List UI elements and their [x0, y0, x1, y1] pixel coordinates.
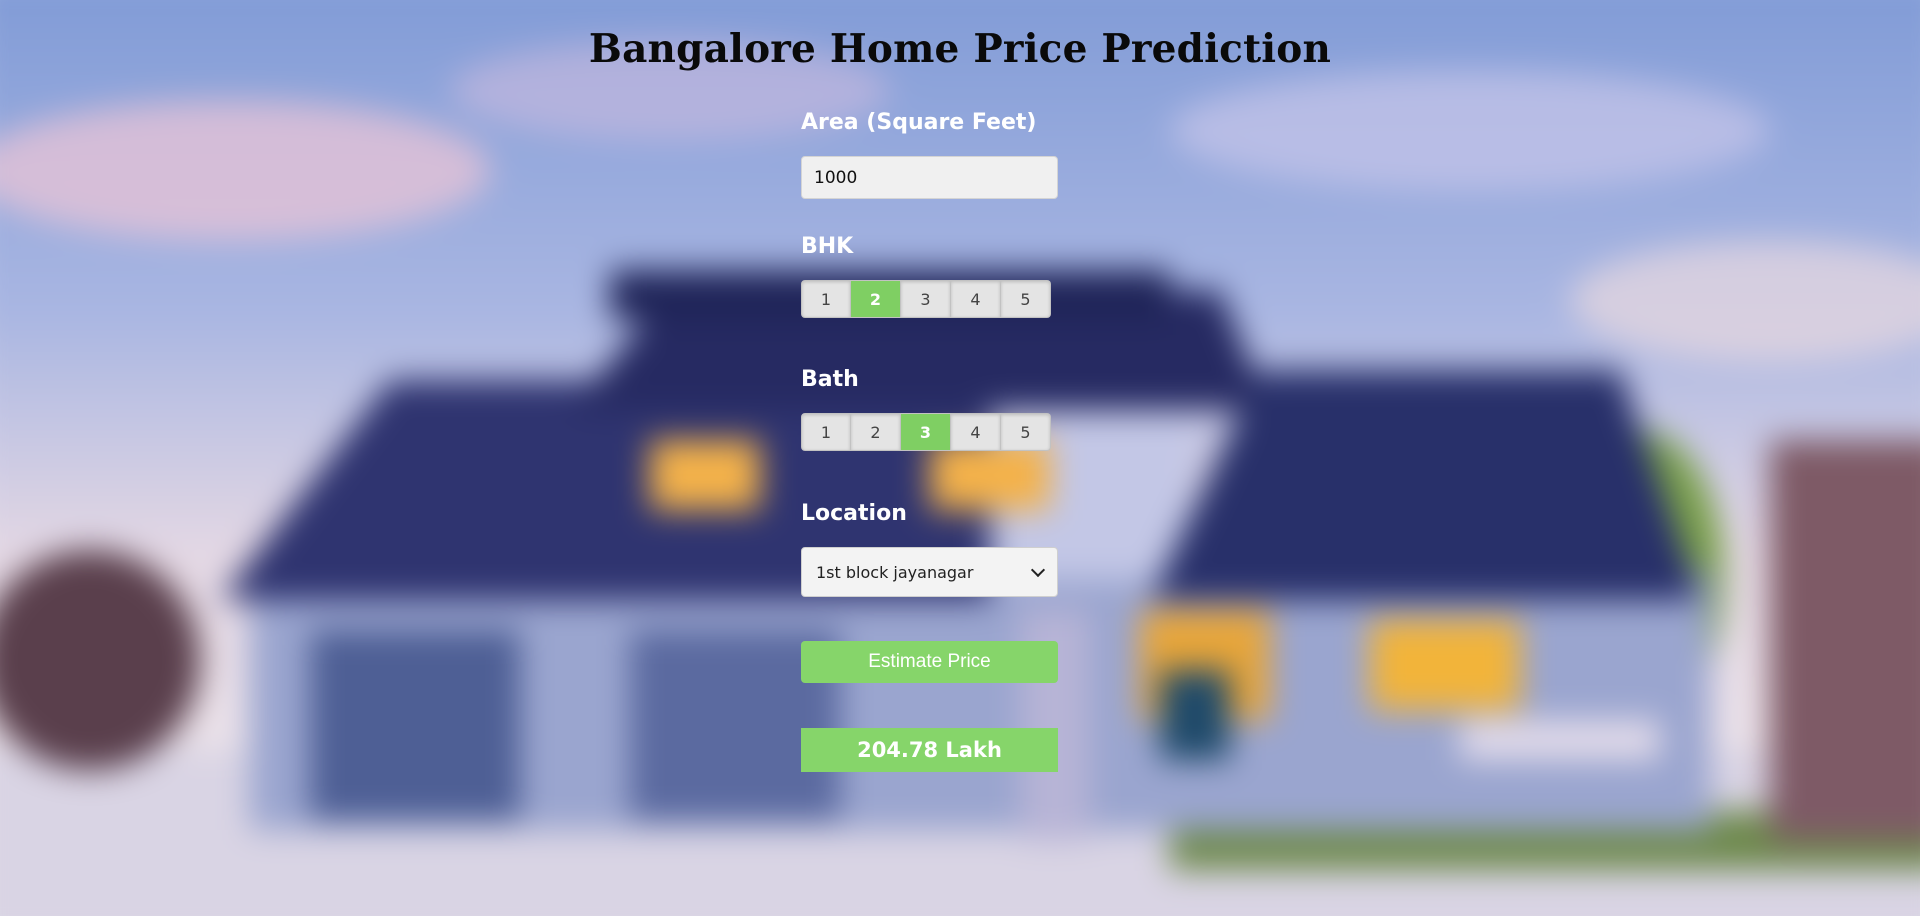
page-title: Bangalore Home Price Prediction [588, 26, 1332, 72]
bath-option-2[interactable]: 2 [851, 413, 901, 451]
background-image [0, 0, 1920, 916]
bhk-option-3[interactable]: 3 [901, 280, 951, 318]
estimate-price-button[interactable]: Estimate Price [801, 641, 1058, 683]
chevron-down-icon [1030, 562, 1046, 577]
area-input[interactable] [801, 156, 1058, 199]
bath-option-5[interactable]: 5 [1001, 413, 1051, 451]
bath-option-3[interactable]: 3 [901, 413, 951, 451]
bhk-option-1[interactable]: 1 [801, 280, 851, 318]
bhk-selector: 1 2 3 4 5 [801, 280, 1051, 318]
bhk-label: BHK [801, 234, 854, 259]
bhk-option-5[interactable]: 5 [1001, 280, 1051, 318]
bath-label: Bath [801, 367, 859, 392]
bath-option-1[interactable]: 1 [801, 413, 851, 451]
bhk-option-4[interactable]: 4 [951, 280, 1001, 318]
location-label: Location [801, 501, 907, 526]
estimated-price-result: 204.78 Lakh [801, 728, 1058, 772]
bath-option-4[interactable]: 4 [951, 413, 1001, 451]
bath-selector: 1 2 3 4 5 [801, 413, 1051, 451]
location-select[interactable]: 1st block jayanagar [801, 547, 1058, 597]
bhk-option-2[interactable]: 2 [851, 280, 901, 318]
location-selected-value: 1st block jayanagar [816, 562, 974, 582]
area-label: Area (Square Feet) [801, 110, 1037, 135]
